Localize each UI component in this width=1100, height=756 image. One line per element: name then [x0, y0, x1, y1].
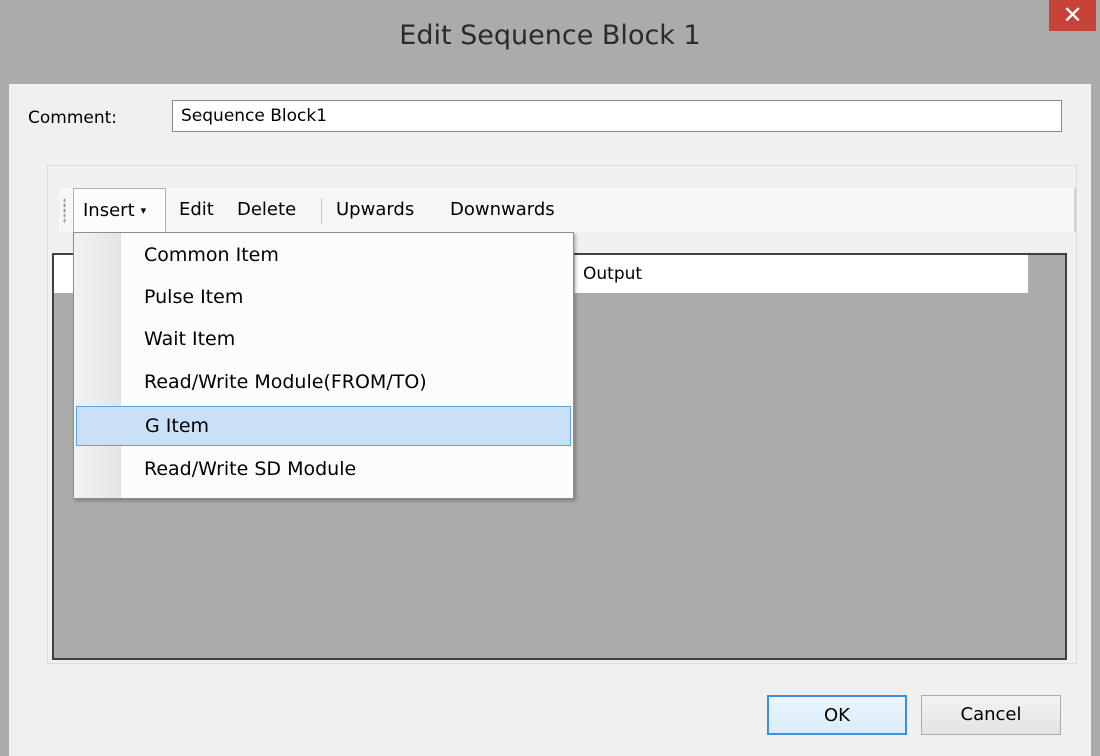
chevron-down-icon: ▾: [140, 204, 147, 217]
menu-item-pulse-item[interactable]: Pulse Item: [76, 277, 571, 317]
menu-item-g-item[interactable]: G Item: [76, 406, 571, 446]
menu-item-common-item[interactable]: Common Item: [76, 235, 571, 275]
upwards-button[interactable]: Upwards: [336, 188, 414, 232]
menu-item-wait-item[interactable]: Wait Item: [76, 319, 571, 359]
menu-item-read-write-sd-module[interactable]: Read/Write SD Module: [76, 449, 571, 489]
grid-header-output[interactable]: Output: [574, 255, 1028, 293]
close-icon: ✕: [1062, 1, 1083, 29]
window-title: Edit Sequence Block 1: [399, 20, 701, 51]
cancel-button[interactable]: Cancel: [921, 695, 1061, 735]
comment-label: Comment:: [28, 108, 118, 128]
edit-sequence-block-dialog: Edit Sequence Block 1 ✕ Comment: Sequenc…: [0, 0, 1100, 756]
insert-dropdown-menu: Common Item Pulse Item Wait Item Read/Wr…: [73, 232, 574, 499]
dialog-body: Comment: Sequence Block1 Insert ▾ Edit De…: [9, 84, 1091, 756]
edit-button[interactable]: Edit: [179, 188, 214, 232]
insert-dropdown-button[interactable]: Insert ▾: [73, 188, 166, 232]
toolbar-separator: [321, 198, 322, 224]
items-toolbar: Insert ▾ Edit Delete Upwards Downwards: [59, 188, 1076, 232]
insert-label: Insert: [83, 200, 135, 221]
ok-button[interactable]: OK: [767, 695, 907, 735]
delete-button[interactable]: Delete: [237, 188, 296, 232]
close-button[interactable]: ✕: [1049, 0, 1096, 31]
toolbar-grip-icon[interactable]: [63, 198, 66, 224]
menu-item-read-write-module[interactable]: Read/Write Module(FROM/TO): [76, 362, 571, 402]
comment-input[interactable]: Sequence Block1: [172, 100, 1062, 132]
title-bar[interactable]: Edit Sequence Block 1 ✕: [0, 0, 1100, 84]
downwards-button[interactable]: Downwards: [450, 188, 555, 232]
